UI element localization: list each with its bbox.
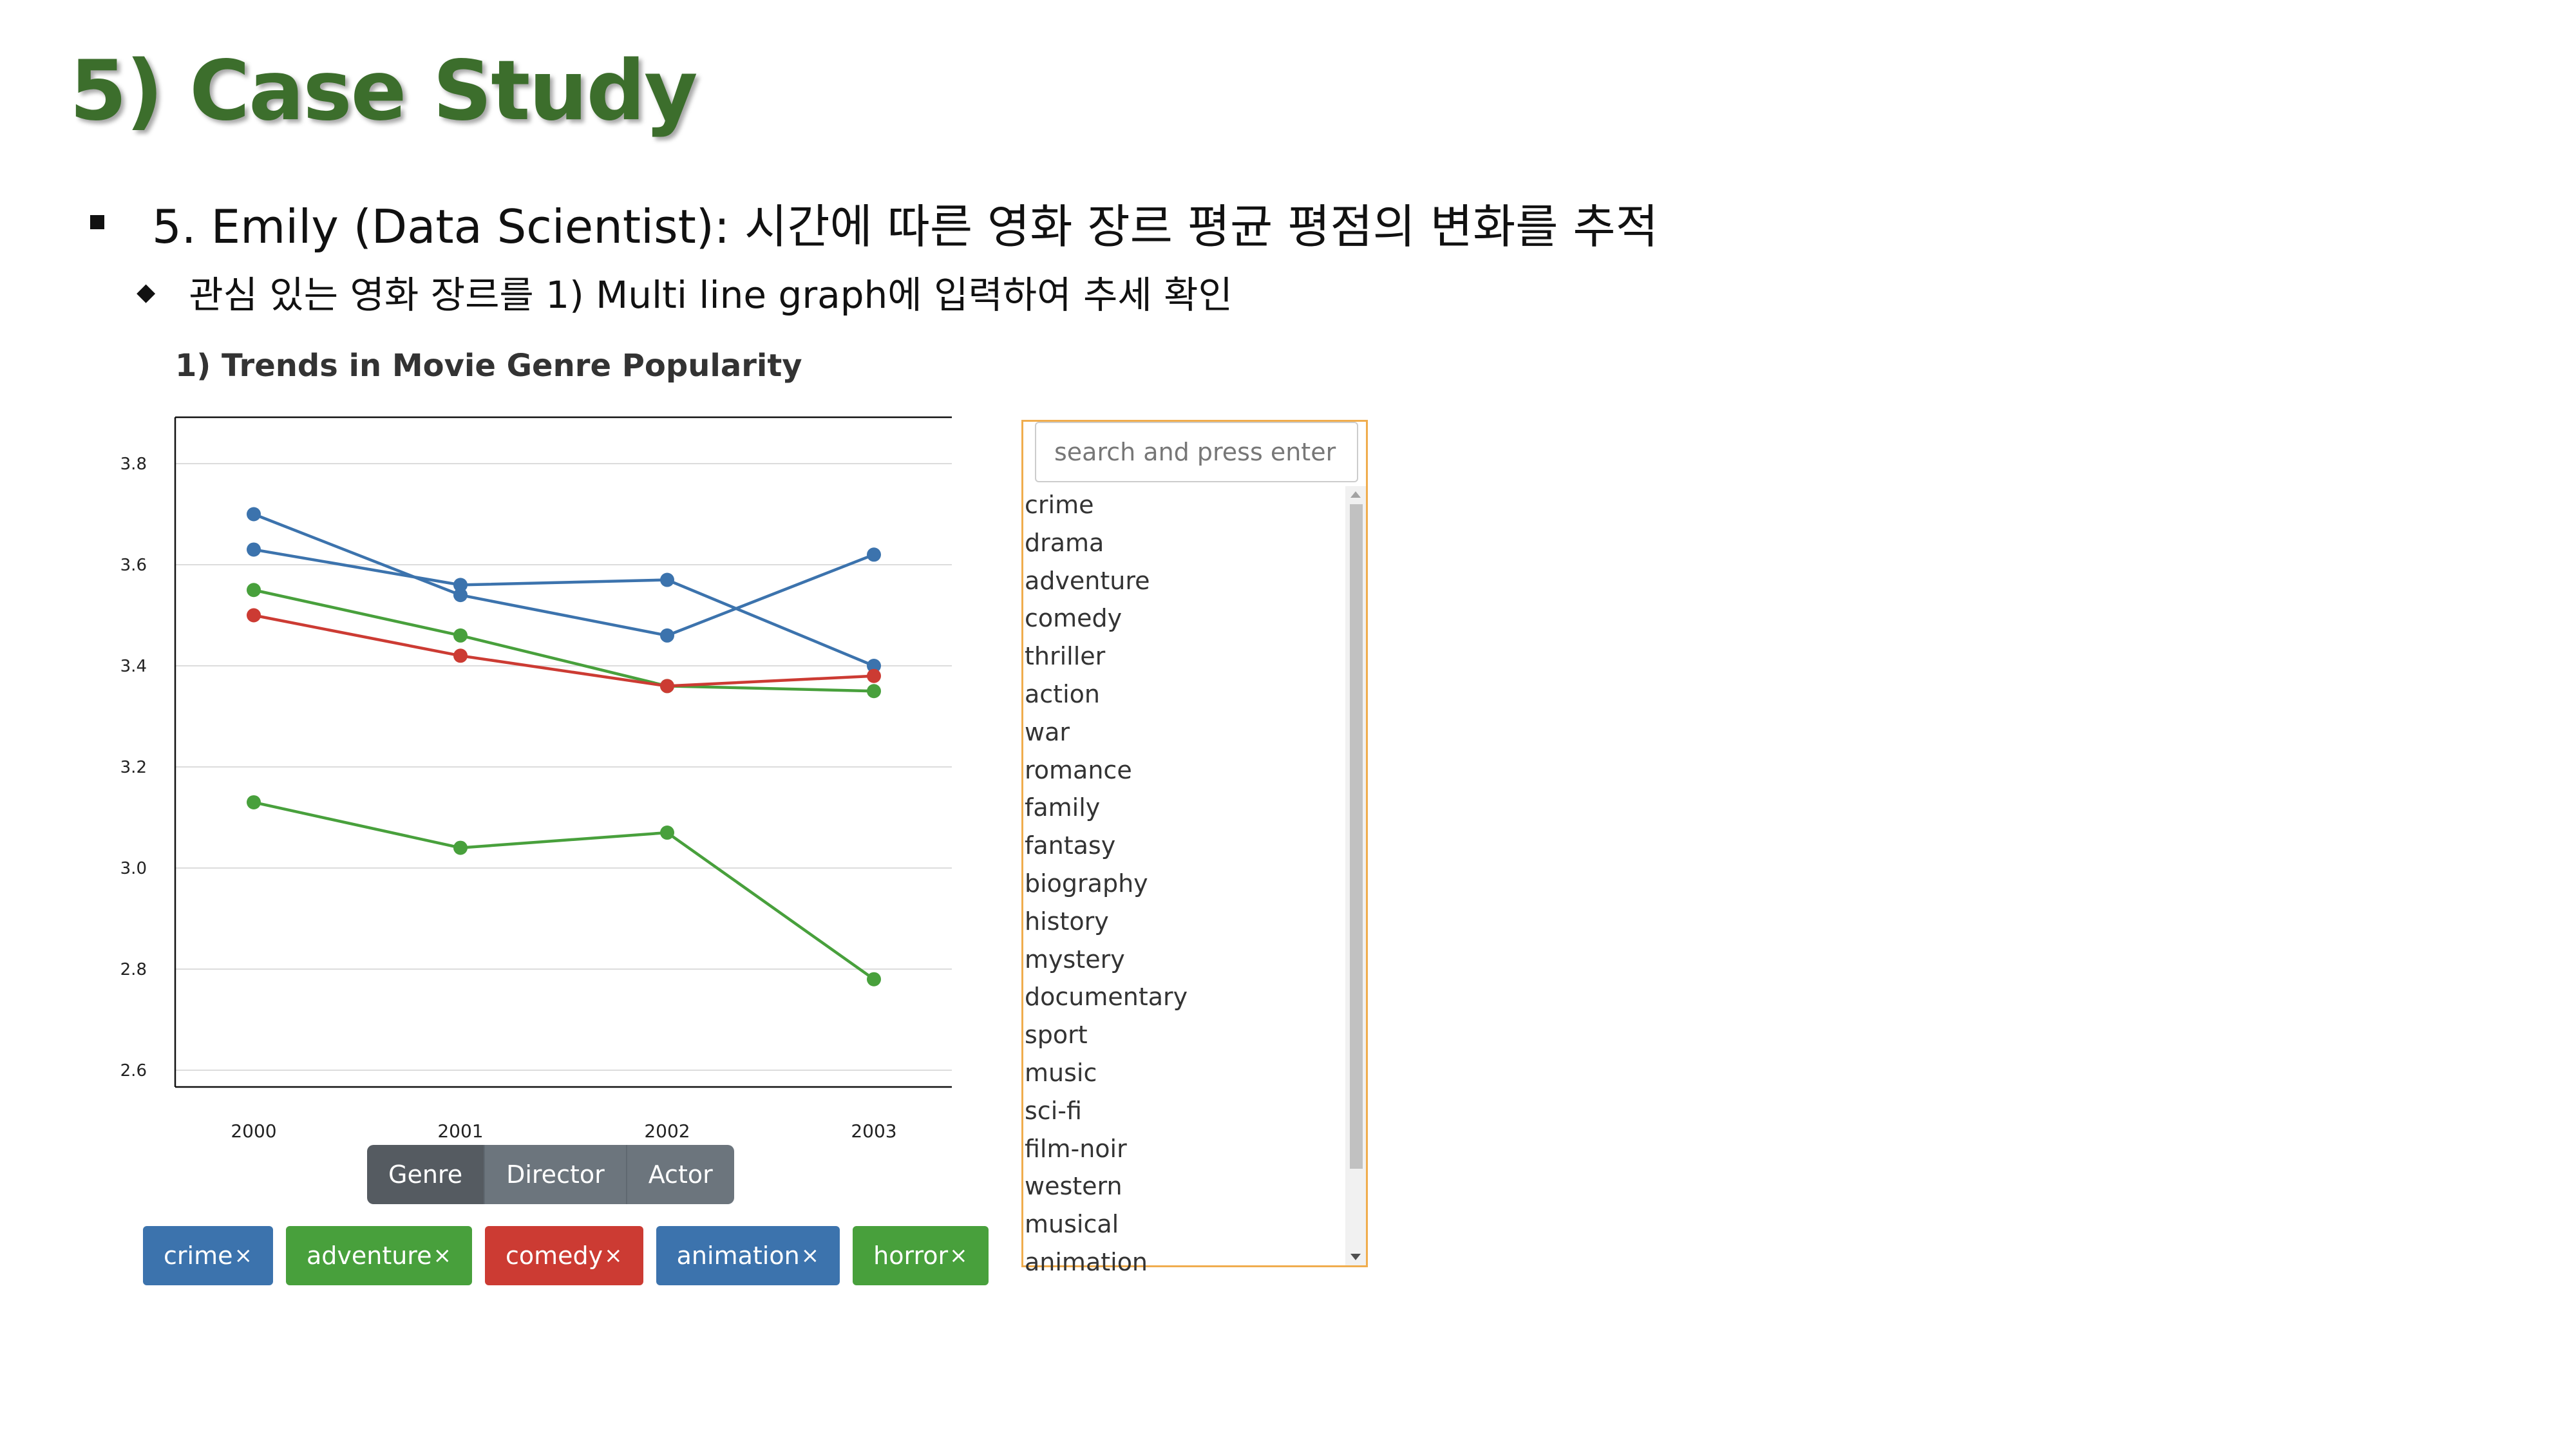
genre-list-item[interactable]: sport <box>1023 1016 1345 1054</box>
x-tick-label: 2001 <box>437 1120 483 1142</box>
genre-list-item[interactable]: fantasy <box>1023 827 1345 865</box>
genre-list-item[interactable]: romance <box>1023 751 1345 789</box>
remove-tag-icon[interactable]: × <box>604 1243 623 1269</box>
scroll-up-arrow-icon[interactable] <box>1350 491 1361 498</box>
genre-list-item[interactable]: sci-fi <box>1023 1092 1345 1130</box>
y-tick-label: 3.2 <box>120 758 147 777</box>
data-point <box>660 826 674 840</box>
genre-tag-label: horror <box>873 1242 949 1270</box>
genre-tag-label: comedy <box>505 1242 603 1270</box>
y-tick-label: 3.6 <box>120 556 147 575</box>
remove-tag-icon[interactable]: × <box>949 1243 968 1269</box>
x-tick-label: 2003 <box>851 1120 896 1142</box>
data-point <box>453 648 468 663</box>
search-input[interactable] <box>1035 422 1358 482</box>
diamond-bullet-icon: ◆ <box>137 278 156 306</box>
genre-list-item[interactable]: biography <box>1023 865 1345 903</box>
genre-list-item[interactable]: musical <box>1023 1205 1345 1243</box>
genre-tag-comedy[interactable]: comedy × <box>484 1226 643 1285</box>
genre-list-item[interactable]: documentary <box>1023 978 1345 1016</box>
data-point <box>867 684 881 699</box>
selected-genre-tags: crime × adventure × comedy × animation × horror × <box>143 1226 989 1285</box>
toggle-director-button[interactable]: Director <box>485 1145 627 1204</box>
remove-tag-icon[interactable]: × <box>433 1243 451 1269</box>
multi-line-chart: 3.8 3.6 3.4 3.2 3.0 2.8 2.6 2000 2001 2002 2003 <box>120 416 952 1142</box>
genre-list-item[interactable]: mystery <box>1023 941 1345 979</box>
scrollbar-thumb[interactable] <box>1350 504 1363 1169</box>
y-tick-label: 3.4 <box>120 657 147 676</box>
genre-list-item[interactable]: family <box>1023 789 1345 827</box>
genre-list-item[interactable]: thriller <box>1023 637 1345 675</box>
bullet-level1-text: 5. Emily (Data Scientist): 시간에 따른 영화 장르 … <box>152 199 1658 254</box>
slide-title: 5) Case Study <box>70 43 698 139</box>
y-tick-label: 3.0 <box>120 859 147 878</box>
genre-list-item[interactable]: comedy <box>1023 600 1345 637</box>
remove-tag-icon[interactable]: × <box>801 1243 820 1269</box>
data-point <box>247 507 261 522</box>
series-line <box>253 589 875 693</box>
data-point <box>453 840 468 855</box>
genre-list-item[interactable]: history <box>1023 903 1345 941</box>
data-point <box>867 668 881 683</box>
genre-tag-label: adventure <box>306 1242 432 1270</box>
data-point <box>453 628 468 643</box>
data-point <box>660 572 674 587</box>
genre-tag-crime[interactable]: crime × <box>143 1226 273 1285</box>
chart-title: 1) Trends in Movie Genre Popularity <box>175 348 802 384</box>
data-point <box>867 972 881 987</box>
genre-tag-horror[interactable]: horror × <box>853 1226 989 1285</box>
bullet-level1: 5. Emily (Data Scientist): 시간에 따른 영화 장르 … <box>90 187 1658 258</box>
genre-list-item[interactable]: adventure <box>1023 562 1345 600</box>
genre-tag-animation[interactable]: animation × <box>656 1226 840 1285</box>
square-bullet-icon <box>90 215 104 229</box>
genre-search-panel: crimedramaadventurecomedythrilleractionw… <box>1021 420 1368 1276</box>
genre-tag-adventure[interactable]: adventure × <box>285 1226 472 1285</box>
bullet-level2-text: 관심 있는 영화 장르를 1) Multi line graph에 입력하여 추… <box>189 273 1233 317</box>
y-tick-label: 3.8 <box>120 455 147 474</box>
data-point <box>660 628 674 643</box>
y-tick-label: 2.8 <box>120 960 147 979</box>
remove-tag-icon[interactable]: × <box>234 1243 252 1269</box>
genre-tag-label: animation <box>676 1242 800 1270</box>
data-point <box>867 547 881 562</box>
genre-list-item[interactable]: drama <box>1023 524 1345 562</box>
x-tick-label: 2000 <box>231 1120 276 1142</box>
data-point <box>247 608 261 623</box>
toggle-actor-button[interactable]: Actor <box>627 1145 734 1204</box>
genre-list-item[interactable]: war <box>1023 713 1345 751</box>
series-line <box>253 513 875 637</box>
genre-list-item[interactable]: crime <box>1023 486 1345 524</box>
data-point <box>247 795 261 809</box>
scroll-down-arrow-icon[interactable] <box>1350 1254 1361 1260</box>
series-line <box>253 800 875 981</box>
genre-list-item[interactable]: western <box>1023 1167 1345 1205</box>
genre-list-item[interactable]: music <box>1023 1054 1345 1092</box>
series-line <box>253 548 875 668</box>
toggle-genre-button[interactable]: Genre <box>367 1145 486 1204</box>
data-point <box>247 583 261 598</box>
scrollbar[interactable] <box>1345 486 1366 1265</box>
x-tick-label: 2002 <box>644 1120 690 1142</box>
genre-list: crime drama adventure comedy thriller action w… <box>1023 486 1345 1281</box>
genre-list-item[interactable]: film-noir <box>1023 1130 1345 1168</box>
data-point <box>660 679 674 694</box>
genre-tag-label: crime <box>164 1242 233 1270</box>
data-point <box>453 578 468 592</box>
mode-toggle-group: Genre Director Actor <box>367 1145 734 1204</box>
y-tick-label: 2.6 <box>120 1061 147 1081</box>
genre-list-item[interactable]: action <box>1023 675 1345 713</box>
genre-list-item[interactable]: animation <box>1023 1243 1345 1281</box>
bullet-level2: ◆ 관심 있는 영화 장르를 1) Multi line graph에 입력하여… <box>137 263 1233 321</box>
data-point <box>247 542 261 557</box>
